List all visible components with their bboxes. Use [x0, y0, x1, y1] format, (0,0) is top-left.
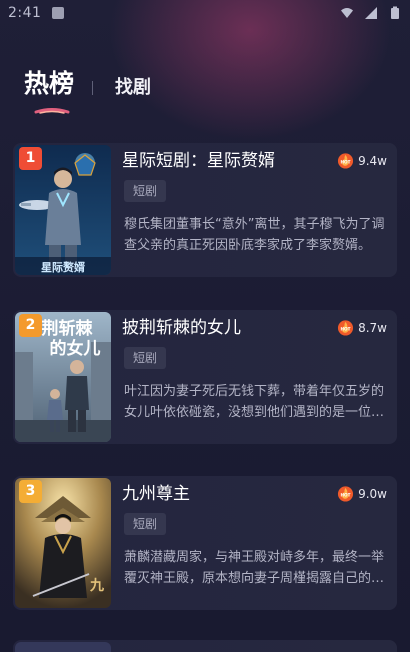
battery-icon	[391, 6, 399, 19]
rank-badge: 1	[19, 147, 42, 170]
drama-card[interactable]: 星际赘婿 1 星际短剧：星际赘婿 HOT 9.4w 短剧 穆氏集团董事长“意外”…	[13, 143, 397, 277]
heat-indicator: HOT 8.7w	[337, 319, 387, 336]
heat-indicator: HOT 9.0w	[337, 485, 387, 502]
heat-indicator: HOT 9.4w	[337, 152, 387, 169]
drama-description: 穆氏集团董事长“意外”离世，其子穆飞为了调查父亲的真正死因卧底李家成了李家赘婿。	[124, 217, 385, 253]
svg-text:HOT: HOT	[341, 159, 351, 165]
heat-value: 9.0w	[358, 486, 387, 501]
drama-card[interactable]	[13, 640, 397, 652]
svg-text:HOT: HOT	[341, 326, 351, 332]
status-time: 2:41	[8, 5, 42, 21]
drama-card[interactable]: 九 3 九州尊主 HOT 9.0w 短剧 萧麟潜藏周家，与神王殿对峙多年，最终一…	[13, 476, 397, 610]
genre-tag: 短剧	[124, 180, 167, 202]
cover-title-line-2: 的女儿	[50, 338, 101, 359]
tab-find-drama[interactable]: 找剧	[115, 73, 151, 103]
cover-placeholder	[15, 642, 111, 652]
drama-card[interactable]: 荆斩棘 的女儿 2 披荆斩棘的女儿 HOT 8.7w 短剧 叶江因为妻子死后无钱…	[13, 310, 397, 444]
tab-divider	[92, 81, 93, 95]
hot-list-screen: 2:41 热榜 找剧 星际赘婿 1 星际短剧：星际赘婿 HOT 9.4w 短剧 …	[0, 0, 410, 652]
hot-flame-icon: HOT	[338, 153, 354, 169]
drama-title[interactable]: 披荆斩棘的女儿	[122, 316, 241, 340]
hot-flame-icon: HOT	[338, 486, 354, 502]
rank-badge: 3	[19, 480, 42, 503]
active-tab-indicator	[34, 108, 70, 114]
wifi-icon	[341, 8, 353, 18]
cover-title-line-1: 荆斩棘	[42, 318, 94, 339]
hot-flame-icon: HOT	[338, 320, 354, 336]
svg-text:九: 九	[89, 578, 104, 594]
heat-value: 8.7w	[358, 320, 387, 335]
status-icons	[340, 6, 402, 20]
signal-icon	[365, 7, 377, 19]
rank-badge: 2	[19, 314, 42, 337]
top-tabs: 热榜 找剧	[24, 66, 384, 126]
heat-value: 9.4w	[358, 153, 387, 168]
drama-description: 叶江因为妻子死后无钱下葬，带着年仅五岁的女儿叶依依碰瓷，没想到他们遇到的是一位大…	[124, 384, 385, 420]
tab-hot-list[interactable]: 热榜	[24, 66, 74, 102]
drama-title[interactable]: 九州尊主	[122, 482, 190, 506]
drama-title[interactable]: 星际短剧：星际赘婿	[122, 149, 275, 173]
svg-text:HOT: HOT	[341, 492, 351, 498]
drama-cover[interactable]	[15, 642, 111, 652]
genre-tag: 短剧	[124, 347, 167, 369]
genre-tag: 短剧	[124, 513, 167, 535]
status-bar: 2:41	[0, 0, 410, 28]
notification-icon	[52, 7, 64, 19]
svg-text:星际赘婿: 星际赘婿	[41, 260, 86, 274]
drama-description: 萧麟潜藏周家，与神王殿对峙多年，最终一举覆灭神王殿，原本想向妻子周槿揭露自己的身…	[124, 550, 385, 586]
